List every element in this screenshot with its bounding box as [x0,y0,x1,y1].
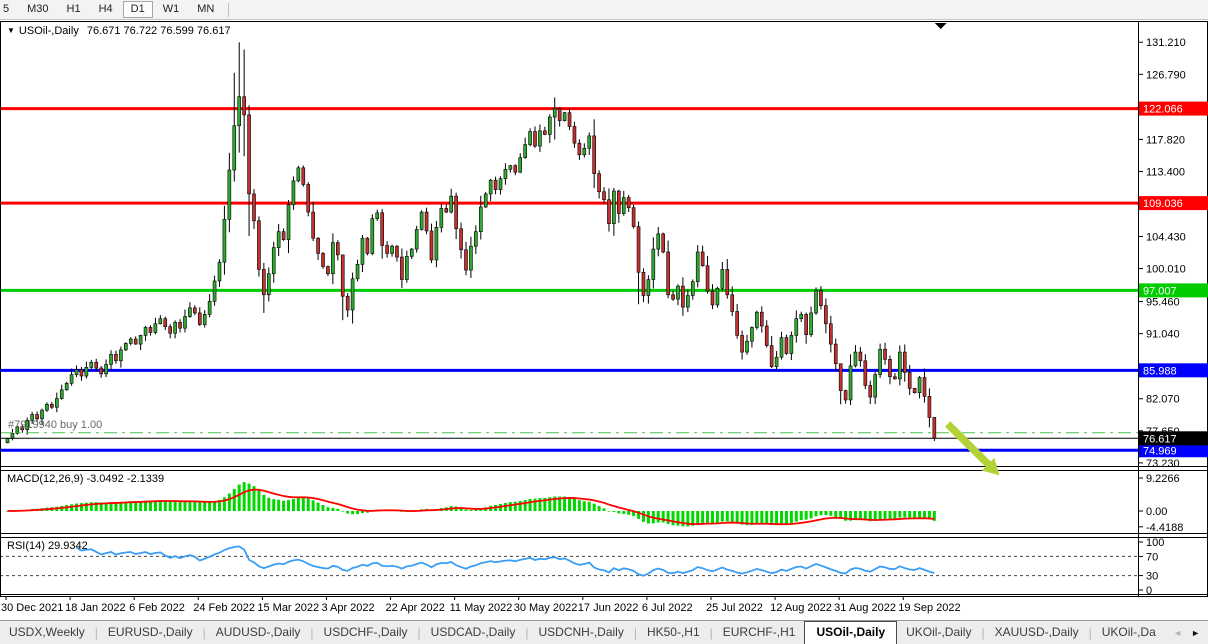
chart-tab-audusd-daily[interactable]: AUDUSD-,Daily [207,622,310,643]
level-lines [0,109,1138,451]
svg-text:15 Mar 2022: 15 Mar 2022 [257,602,319,614]
price-axis: 131.210 126.790 117.820 113.400 104.430 100.0… [1138,37,1208,597]
svg-text:31 Aug 2022: 31 Aug 2022 [834,602,896,614]
svg-text:104.430: 104.430 [1146,232,1186,244]
chart-title: ▼ USOil-,Daily 76.671 76.722 76.599 76.617 [7,25,231,37]
svg-text:18 Jan 2022: 18 Jan 2022 [65,602,126,614]
svg-text:0: 0 [1146,585,1152,597]
svg-text:22 Apr 2022: 22 Apr 2022 [386,602,445,614]
chart-tab-eurchf-h1[interactable]: EURCHF-,H1 [714,622,805,643]
rsi-pane [0,546,1138,575]
svg-text:82.070: 82.070 [1146,394,1180,406]
svg-text:9.2266: 9.2266 [1146,473,1180,485]
timeframe-button-5[interactable]: 5 [0,1,17,18]
svg-text:17 Jun 2022: 17 Jun 2022 [578,602,639,614]
svg-text:6 Feb 2022: 6 Feb 2022 [129,602,185,614]
chevron-down-icon[interactable]: ▼ [7,26,15,35]
timeframe-button-W1[interactable]: W1 [155,1,188,18]
chart-quote: 76.671 76.722 76.599 76.617 [87,25,231,37]
terminal-window: 5M30H1H4D1W1MN 131.210 126.790 117.820 113.… [0,0,1208,644]
macd-pane [6,482,936,526]
svg-text:95.460: 95.460 [1146,297,1180,309]
svg-text:6 Jul 2022: 6 Jul 2022 [642,602,693,614]
svg-text:117.820: 117.820 [1146,134,1185,146]
svg-text:100: 100 [1146,537,1164,549]
rsi-indicator-label: RSI(14) 29.9342 [7,540,88,552]
chart-tab-ukoil-da[interactable]: UKOil-,Da [1093,622,1165,643]
price-lines-top [0,433,1138,439]
svg-text:73.230: 73.230 [1146,458,1180,470]
annotations [935,23,1000,475]
svg-text:70: 70 [1146,551,1158,563]
chart-tabs-bar: USDX,Weekly|EURUSD-,Daily|AUDUSD-,Daily|… [0,620,1208,644]
tabs-scroll-nav: ◄► [1169,628,1208,638]
svg-text:0.00: 0.00 [1146,506,1167,518]
svg-text:24 Feb 2022: 24 Feb 2022 [193,602,255,614]
svg-text:91.040: 91.040 [1146,329,1180,341]
svg-text:3 Apr 2022: 3 Apr 2022 [321,602,374,614]
timeframe-button-H1[interactable]: H1 [59,1,89,18]
chart-tab-usdx-weekly[interactable]: USDX,Weekly [0,622,94,643]
svg-text:100.010: 100.010 [1146,264,1186,276]
tabs-scroll-left-icon[interactable]: ◄ [1173,628,1182,638]
chart-shift-marker-icon [935,23,947,29]
svg-text:30: 30 [1146,571,1158,583]
chart-tab-eurusd-daily[interactable]: EURUSD-,Daily [99,622,202,643]
timeframe-button-MN[interactable]: MN [189,1,222,18]
svg-text:76.617: 76.617 [1143,433,1177,445]
chart-tab-xauusd-daily[interactable]: XAUUSD-,Daily [986,622,1088,643]
chart-tab-usoil-daily[interactable]: USOil-,Daily [804,621,897,644]
chart-tab-usdchf-daily[interactable]: USDCHF-,Daily [315,622,417,643]
chart-tab-hk50-h1[interactable]: HK50-,H1 [638,622,709,643]
timeframe-button-D1[interactable]: D1 [123,1,153,18]
svg-text:11 May 2022: 11 May 2022 [450,602,513,614]
tabs-scroll-right-icon[interactable]: ► [1191,628,1200,638]
svg-text:19 Sep 2022: 19 Sep 2022 [898,602,960,614]
svg-text:131.210: 131.210 [1146,37,1186,49]
price-chart[interactable]: 131.210 126.790 117.820 113.400 104.430 100.0… [0,0,1208,644]
svg-text:12 Aug 2022: 12 Aug 2022 [770,602,832,614]
svg-text:85.988: 85.988 [1143,365,1177,377]
svg-text:30 Dec 2021: 30 Dec 2021 [1,602,63,614]
macd-indicator-label: MACD(12,26,9) -3.0492 -2.1339 [7,473,164,485]
svg-text:97.007: 97.007 [1143,285,1177,297]
svg-text:113.400: 113.400 [1146,166,1185,178]
svg-text:122.066: 122.066 [1143,104,1183,116]
chart-tab-usdcad-daily[interactable]: USDCAD-,Daily [422,622,525,643]
date-axis: 30 Dec 202118 Jan 20226 Feb 2022 24 Feb 2… [1,597,961,614]
svg-text:74.969: 74.969 [1143,445,1177,457]
chart-tab-ukoil-daily[interactable]: UKOil-,Daily [897,622,980,643]
order-line-label: #7919940 buy 1.00 [8,419,102,431]
candles [6,42,936,443]
timeframe-toolbar: 5M30H1H4D1W1MN [0,0,1208,20]
svg-text:25 Jul 2022: 25 Jul 2022 [706,602,763,614]
svg-text:-4.4188: -4.4188 [1146,522,1183,534]
toolbar-separator [228,3,229,17]
chart-tab-usdcnh-daily[interactable]: USDCNH-,Daily [529,622,632,643]
svg-text:30 May 2022: 30 May 2022 [514,602,578,614]
svg-text:109.036: 109.036 [1143,198,1183,210]
chart-symbol: USOil-,Daily [19,25,79,37]
timeframe-button-M30[interactable]: M30 [19,1,56,18]
timeframe-button-H4[interactable]: H4 [91,1,121,18]
svg-text:126.790: 126.790 [1146,69,1186,81]
